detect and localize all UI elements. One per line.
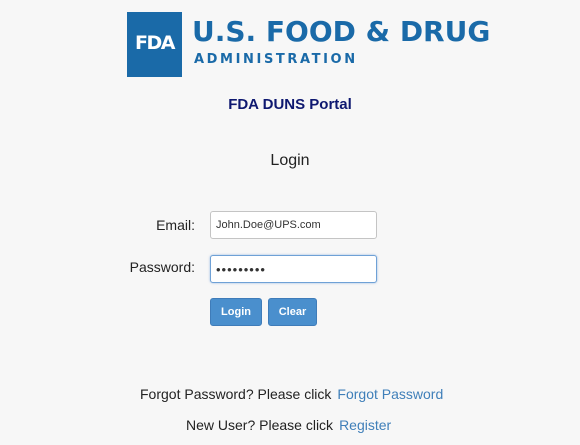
login-button[interactable]: Login bbox=[210, 298, 262, 326]
forgot-password-text: Forgot Password? Please click bbox=[140, 386, 332, 402]
email-label: Email: bbox=[156, 217, 195, 233]
agency-title: U.S. FOOD & DRUG bbox=[192, 15, 491, 48]
agency-subtitle: ADMINISTRATION bbox=[194, 52, 358, 67]
fda-logo-box: FDA bbox=[127, 12, 182, 77]
password-field[interactable] bbox=[210, 255, 377, 283]
clear-button[interactable]: Clear bbox=[268, 298, 317, 326]
page-heading: Login bbox=[270, 152, 310, 169]
forgot-password-line: Forgot Password? Please click Forgot Pass… bbox=[140, 385, 443, 403]
password-label: Password: bbox=[129, 259, 195, 275]
portal-title: FDA DUNS Portal bbox=[228, 96, 352, 113]
register-text: New User? Please click bbox=[186, 417, 334, 433]
fda-logo-box-text: FDA bbox=[135, 32, 175, 54]
forgot-password-link[interactable]: Forgot Password bbox=[337, 386, 443, 402]
email-field[interactable] bbox=[210, 211, 377, 239]
register-link[interactable]: Register bbox=[339, 417, 391, 433]
register-line: New User? Please click Register bbox=[186, 416, 391, 434]
